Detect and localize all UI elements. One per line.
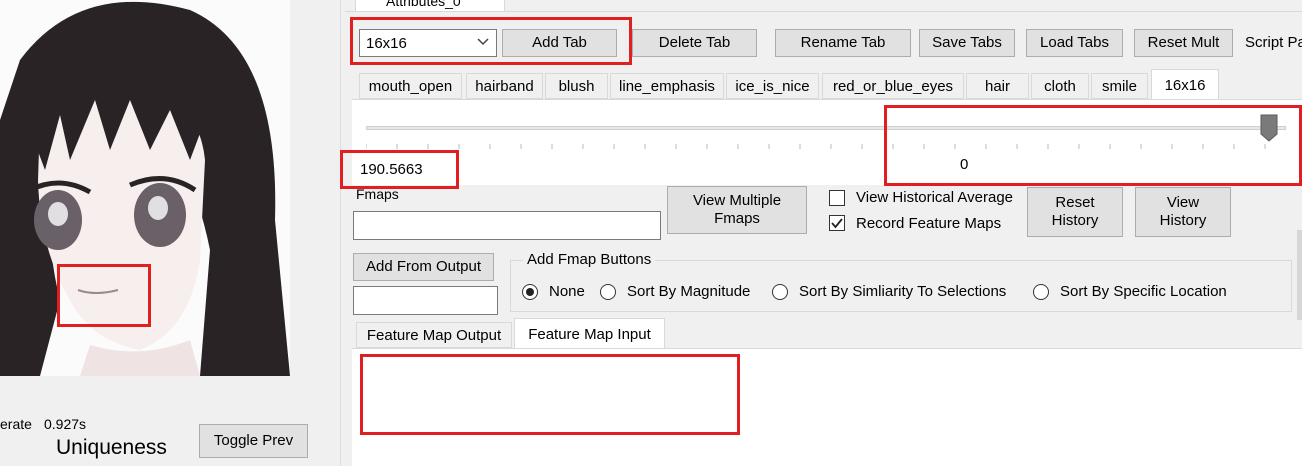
fmaps-input[interactable]: [353, 211, 661, 240]
tab-line-emphasis[interactable]: line_emphasis: [610, 73, 724, 99]
chevron-down-icon: [476, 34, 490, 52]
view-historical-average-checkbox[interactable]: [829, 190, 845, 206]
checkmark-icon: [831, 218, 843, 229]
fmaps-label: Fmaps: [356, 186, 399, 202]
script-label: Script Pa: [1245, 34, 1302, 51]
radio-sort-by-magnitude-label: Sort By Magnitude: [627, 283, 751, 300]
add-from-output-button[interactable]: Add From Output: [353, 253, 494, 281]
tab-blush[interactable]: blush: [545, 73, 608, 99]
slider-panel: 0: [352, 99, 1302, 185]
record-feature-maps-checkbox[interactable]: [829, 215, 845, 231]
tab-select[interactable]: 16x16: [359, 29, 497, 57]
anime-portrait-image: [0, 0, 290, 376]
rename-tab-button[interactable]: Rename Tab: [775, 29, 911, 57]
view-multiple-fmaps-button[interactable]: View Multiple Fmaps: [667, 186, 807, 234]
tab-red-or-blue-eyes[interactable]: red_or_blue_eyes: [822, 73, 964, 99]
delete-tab-button[interactable]: Delete Tab: [632, 29, 757, 57]
save-tabs-button[interactable]: Save Tabs: [919, 29, 1015, 57]
add-from-output-input[interactable]: [353, 286, 498, 315]
radio-sort-by-magnitude[interactable]: [600, 284, 616, 300]
tab-feature-map-input[interactable]: Feature Map Input: [514, 318, 665, 349]
tab-smile[interactable]: smile: [1091, 73, 1148, 99]
radio-sort-by-specific-location[interactable]: [1033, 284, 1049, 300]
tab-feature-map-output[interactable]: Feature Map Output: [356, 322, 512, 348]
radio-none[interactable]: [522, 284, 538, 300]
slider-center-value: 0: [960, 156, 969, 173]
view-history-label: View History: [1159, 194, 1207, 229]
slider-ticks: [366, 144, 1266, 149]
tab-ice-is-nice[interactable]: ice_is_nice: [726, 73, 819, 99]
radio-sort-by-similarity-label: Sort By Simliarity To Selections: [799, 283, 1007, 300]
tab-mouth-open[interactable]: mouth_open: [359, 73, 462, 99]
generate-time: 0.927s: [44, 416, 87, 432]
uniqueness-label: Uniqueness: [56, 436, 167, 459]
tab-hairband[interactable]: hairband: [466, 73, 543, 99]
radio-sort-by-similarity[interactable]: [772, 284, 788, 300]
portrait-panel: [0, 0, 290, 376]
view-multiple-fmaps-label: View Multiple Fmaps: [692, 192, 782, 227]
slider-thumb[interactable]: [1260, 114, 1278, 142]
load-tabs-button[interactable]: Load Tabs: [1026, 29, 1123, 57]
toggle-prev-button[interactable]: Toggle Prev: [199, 424, 308, 458]
slider-track[interactable]: [366, 126, 1286, 130]
add-tab-button[interactable]: Add Tab: [502, 29, 617, 57]
view-history-button[interactable]: View History: [1135, 187, 1231, 237]
tab-attributes-label: Attributes_0: [386, 0, 461, 9]
reset-mult-button[interactable]: Reset Mult: [1134, 29, 1233, 57]
radio-sort-by-specific-location-label: Sort By Specific Location: [1060, 283, 1227, 300]
tab-16x16[interactable]: 16x16: [1151, 69, 1219, 100]
tab-select-value: 16x16: [366, 34, 407, 52]
portrait-divider: [340, 0, 341, 466]
view-historical-average-label: View Historical Average: [856, 189, 1014, 206]
radio-none-label: None: [549, 283, 585, 300]
slider-value-text: 190.5663: [360, 161, 423, 178]
right-edge-scrollbar[interactable]: [1297, 230, 1302, 320]
reset-history-label: Reset History: [1051, 194, 1099, 229]
tab-attributes[interactable]: Attributes_0: [355, 0, 505, 12]
add-fmap-buttons-title: Add Fmap Buttons: [523, 251, 656, 268]
feature-map-panel: [352, 348, 1302, 466]
generate-label: erate: [0, 416, 32, 432]
tab-hair[interactable]: hair: [966, 73, 1029, 99]
reset-history-button[interactable]: Reset History: [1027, 187, 1123, 237]
tab-cloth[interactable]: cloth: [1031, 73, 1089, 99]
record-feature-maps-label: Record Feature Maps: [856, 215, 1002, 232]
main-tab-strip: Attributes_0: [345, 0, 1302, 12]
